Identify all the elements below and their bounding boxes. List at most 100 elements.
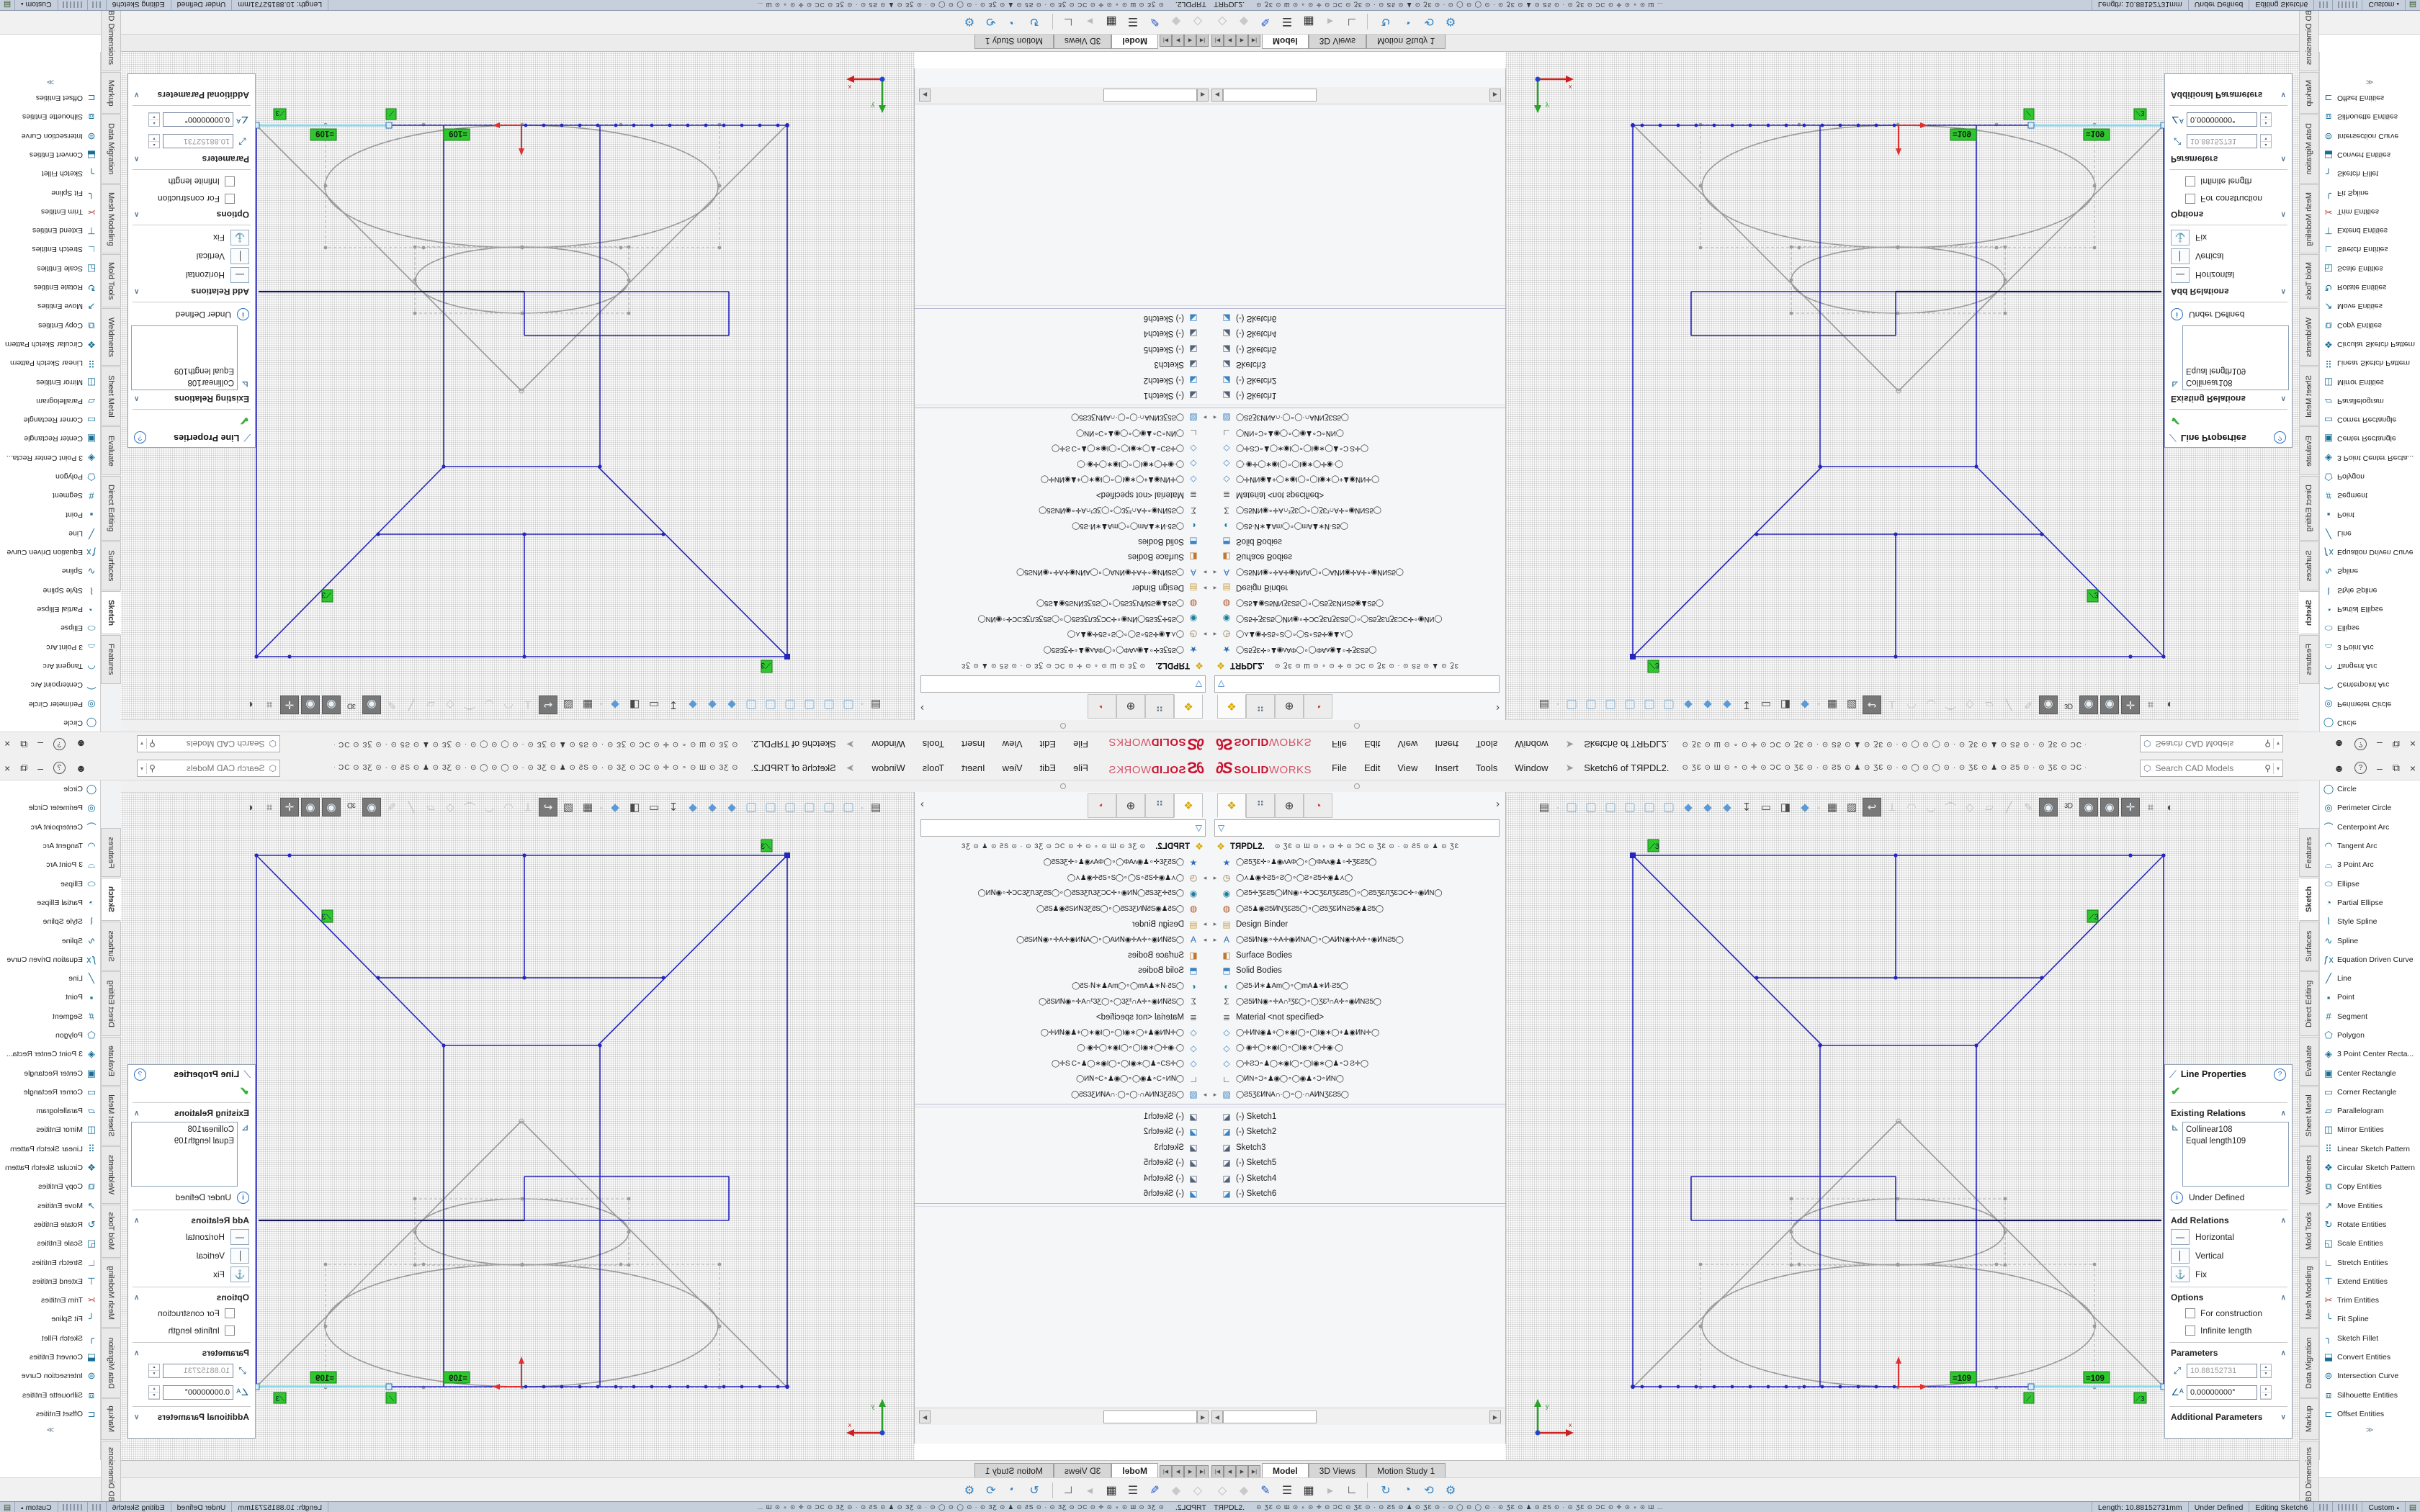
angle-field[interactable]: 0.00000000° (163, 112, 233, 127)
headsup-icon[interactable]: ✎ (383, 798, 400, 816)
tree-item[interactable]: ◇ ◯·◉✛◯∗◉I◯∘◯I◉∗◯✛◉·◯ (915, 456, 1210, 472)
headsup-icon[interactable]: ³ᴰ (2060, 696, 2077, 714)
command-tab[interactable]: Weldments (2299, 308, 2319, 366)
bottom-toolbar-icon[interactable]: ◔ (1398, 1484, 1417, 1497)
model-tab[interactable]: Model (1262, 1463, 1309, 1478)
tool-item[interactable]: ⬓ Convert Entities (2320, 1348, 2420, 1367)
headsup-icon[interactable]: ◆ (1699, 798, 1716, 816)
tree-item[interactable]: ◐ ◯Ƨ5·Ͷ∗♟Αm◯∘◯mΑ♟∗Ͷ·Ƨ5◯ (915, 518, 1210, 534)
relations-list[interactable]: Collinear108 Equal length109 (131, 325, 238, 390)
tool-item[interactable]: ◠ Tangent Arc (0, 837, 100, 855)
close-button[interactable]: × (4, 762, 10, 774)
model-tab[interactable]: Model (1111, 1463, 1158, 1478)
tool-item[interactable]: ∿ Spline (0, 931, 100, 950)
command-tab[interactable]: Features (2299, 828, 2319, 877)
minimize-button[interactable]: – (37, 739, 43, 750)
headsup-icon[interactable]: ▱ (422, 798, 439, 816)
bottom-toolbar-icon[interactable]: ↻ (1376, 15, 1395, 30)
tool-item[interactable]: ▣ Center Rectangle (0, 1063, 100, 1082)
tab-nav-icon[interactable]: ▶| (1160, 34, 1172, 47)
tool-item[interactable]: ⊤ Extend Entities (2320, 1272, 2420, 1291)
headsup-icon[interactable]: ◉ (301, 798, 320, 816)
tree-item[interactable]: ▸ ◷ ◯⋏♟◉✛Ƨ5∘Ƨ◯∘◯Ƨ∘Ƨ5✛◉♟⋏◯ (915, 870, 1210, 886)
tool-item[interactable]: ⊏ Offset Entities (2320, 89, 2420, 107)
menu-item[interactable]: Edit (1364, 739, 1380, 750)
tree-item[interactable]: ★ ◯Ƨ5ƷƐ✛∘♟◉ʌΑΦ◯∘◯ΦΑʌ◉♟∘✛ƷƐƧ5◯ (1210, 855, 1505, 870)
add-relation-button[interactable]: — Horizontal (2165, 266, 2292, 284)
headsup-icon[interactable]: ◐ (2161, 798, 2179, 816)
option-checkbox-row[interactable]: For construction (2165, 1305, 2292, 1322)
tree-item[interactable]: ◍ ◯Ƨ5♟◉Ƨ5ͶNƷƐƧ5◯∘◯Ƨ5ƷƐͶNƧ5◉♟Ƨ5◯ (1210, 901, 1505, 917)
tool-item[interactable]: ◈ 3 Point Center Recta... (2320, 449, 2420, 467)
bottom-toolbar-icon[interactable] (1367, 14, 1368, 30)
collapse-icon[interactable]: ∧ (134, 1217, 139, 1225)
headsup-icon[interactable]: ▭ (1757, 696, 1775, 714)
tree-root[interactable]: ❖ TЯPDL2. ⊙ ƷƐ ⊙ Ш ⊙ ∘ ⊙ ✛ ⊙ ƆC ⊙ ƷƐ ⊙ ·… (915, 838, 1210, 855)
section-add-relations[interactable]: Add Relations∧ (128, 1213, 255, 1228)
tree-item[interactable]: ≣ Material <not specified> (915, 487, 1210, 503)
headsup-icon[interactable]: ▢ (820, 798, 838, 816)
tool-item[interactable]: ⊜ Intersection Curve (2320, 127, 2420, 145)
menu-item[interactable]: Window (1515, 739, 1548, 750)
expand-arrow-icon[interactable]: ▸ (1200, 584, 1210, 592)
bottom-toolbar-icon[interactable]: ∟ (1343, 1484, 1361, 1497)
tree-item[interactable]: ★ ◯Ƨ5ƷƐ✛∘♟◉ʌΑΦ◯∘◯ΦΑʌ◉♟∘✛ƷƐƧ5◯ (915, 855, 1210, 870)
zoom-level-dropdown[interactable]: Custom ▴ (2362, 0, 2405, 10)
help-icon[interactable]: ? (2354, 738, 2367, 750)
tool-item[interactable]: ❖ Circular Sketch Pattern (2320, 1158, 2420, 1177)
tree-item[interactable]: ◪ Sketch3 (915, 1140, 1210, 1156)
headsup-icon[interactable]: ✛ (2121, 696, 2140, 714)
expand-arrow-icon[interactable]: ▸ (1200, 630, 1210, 638)
panel-help-icon[interactable]: ? (134, 1068, 146, 1081)
tab-nav-icon[interactable]: |◀ (1196, 34, 1209, 47)
tree-item[interactable]: ◐ ◯Ƨ5·Ͷ∗♟Αm◯∘◯mΑ♟∗Ͷ·Ƨ5◯ (1210, 518, 1505, 534)
tree-item[interactable]: ≣ Material <not specified> (915, 1009, 1210, 1025)
tool-item[interactable]: ⬠ Polygon (0, 467, 100, 486)
tool-item[interactable]: ⠿ Linear Sketch Pattern (2320, 354, 2420, 372)
expand-arrow-icon[interactable]: ▸ (1210, 874, 1220, 882)
tree-item[interactable]: ◪ (-) Sketch2 (915, 1125, 1210, 1140)
option-checkbox-row[interactable]: For construction (128, 190, 255, 207)
tree-item[interactable]: ◧ Surface Bodies (915, 948, 1210, 963)
bottom-toolbar-icon[interactable]: ☰ (1124, 1483, 1142, 1498)
length-spinner[interactable]: ▲▼ (2260, 1364, 2272, 1378)
menu-item[interactable]: Tools (923, 739, 944, 750)
expand-icon[interactable]: ∨ (2281, 91, 2286, 99)
tool-item[interactable]: ⬭ Ellipse (2320, 618, 2420, 637)
headsup-icon[interactable]: ▢ (1602, 696, 1619, 714)
scroll-left-button[interactable]: ◀ (1197, 1410, 1209, 1423)
headsup-icon[interactable]: ▢ (762, 798, 779, 816)
relations-list[interactable]: Collinear108 Equal length109 (2182, 325, 2289, 390)
search-box[interactable]: ⬡ ⚲ ▾ (2140, 760, 2283, 777)
restore-button[interactable]: ⧉ (20, 762, 27, 774)
tree-item[interactable]: ▸ A ◯Ƨ5ͶN◉∘✛Α✛◉ͶNΑ◯∘◯ΑͶN◉✛Α✛∘◉ͶNƧ5◯ (1210, 564, 1505, 580)
collapse-icon[interactable]: ∧ (134, 211, 139, 219)
headsup-icon[interactable]: ▢ (1660, 696, 1677, 714)
command-tab[interactable]: Surfaces (101, 541, 121, 590)
scroll-track[interactable] (1223, 1410, 1317, 1423)
headsup-icon[interactable]: ◉ (2039, 798, 2058, 816)
user-icon[interactable]: ☻ (76, 739, 86, 750)
panel-tab[interactable]: ❖ (1217, 694, 1246, 719)
more-tools-icon[interactable]: ≫ (2319, 1426, 2420, 1434)
tool-item[interactable]: ▱ Parallelogram (0, 1102, 100, 1120)
tool-item[interactable]: ƒx Equation Driven Curve (2320, 950, 2420, 969)
tool-item[interactable]: ⊜ Intersection Curve (0, 1367, 100, 1385)
tool-item[interactable]: ▭ Corner Rectangle (2320, 1083, 2420, 1102)
command-tab[interactable]: Mesh Modeling (2299, 184, 2319, 253)
tree-item[interactable]: ▸ ▧ ◯Ƨ5ƷƐͶNΑ∩·◯∘◯·∩ΑͶNƷƐƧ5◯ (915, 410, 1210, 426)
tool-item[interactable]: ⬠ Polygon (2320, 467, 2420, 486)
bottom-toolbar-icon[interactable]: ▦ (1299, 1483, 1318, 1498)
tab-nav-icon[interactable]: ▶ (1172, 1465, 1184, 1478)
command-tab[interactable]: Sheet Metal (101, 366, 121, 426)
menu-item[interactable]: Insert (1435, 739, 1458, 750)
search-box[interactable]: ⬡ ⚲ ▾ (137, 735, 280, 752)
search-icon[interactable]: ⚲ (2264, 763, 2271, 773)
toolbar-handle[interactable] (1060, 783, 1066, 789)
tool-item[interactable]: ◔ Partial Ellipse (0, 600, 100, 618)
tab-nav-icon[interactable]: |◀ (1211, 34, 1224, 47)
headsup-icon[interactable]: ◐ (2161, 696, 2179, 714)
menu-item[interactable]: Window (1515, 762, 1548, 773)
add-relation-button[interactable]: ⚓ Fix (128, 228, 255, 247)
tool-item[interactable]: ⊜ Intersection Curve (0, 127, 100, 145)
